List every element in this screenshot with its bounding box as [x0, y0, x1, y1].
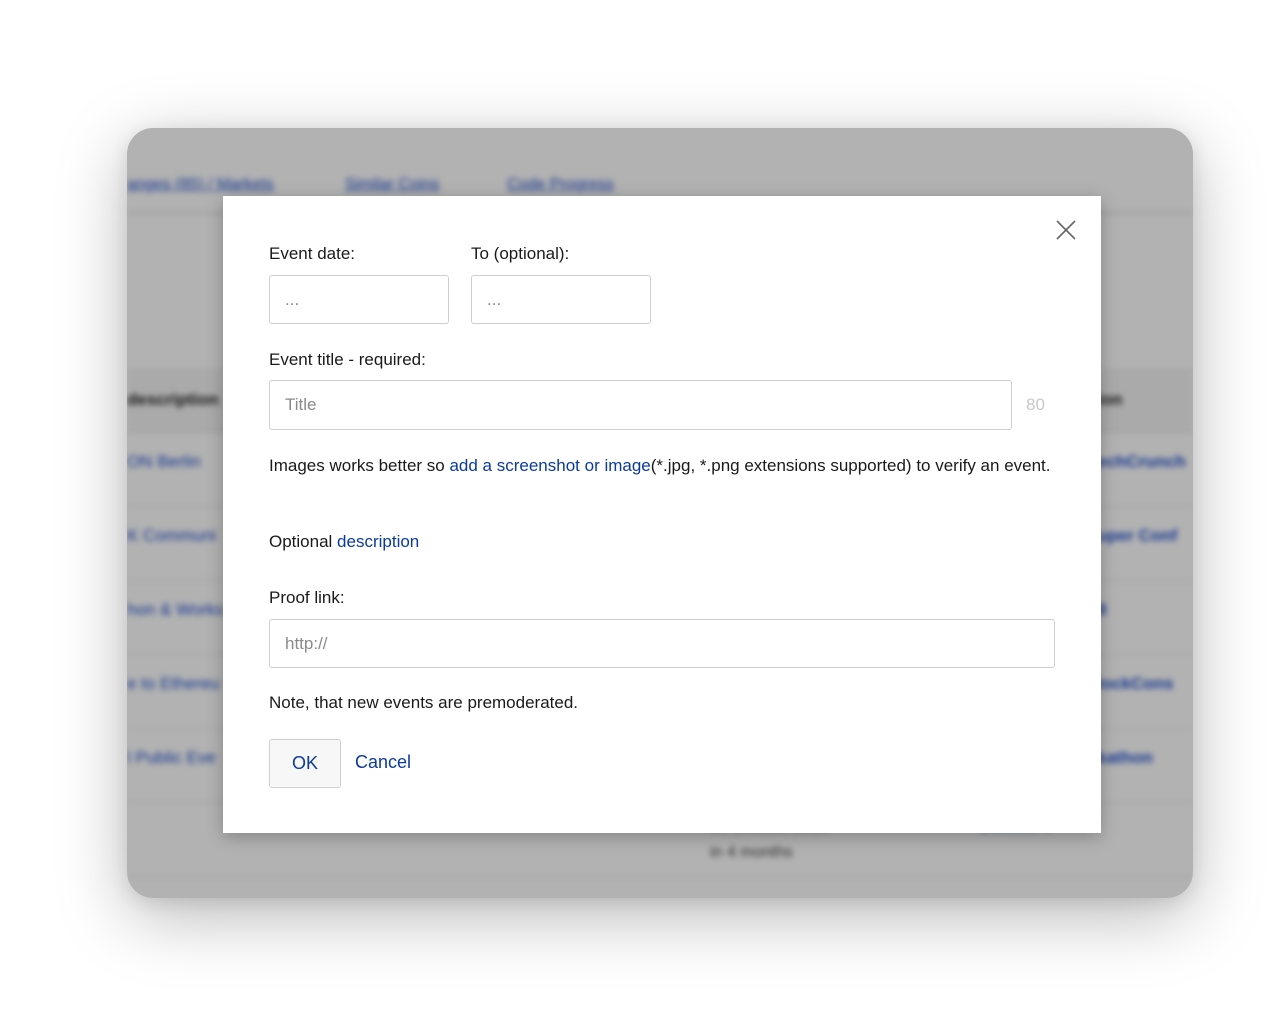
event-title-label: Event title - required: — [269, 350, 426, 369]
close-button[interactable] — [1054, 218, 1078, 242]
add-event-modal: Event date: To (optional): Event title -… — [223, 196, 1101, 833]
optional-text: Optional — [269, 532, 338, 551]
event-date-input[interactable] — [269, 275, 449, 324]
close-icon — [1056, 220, 1076, 240]
proof-link-label: Proof link: — [269, 588, 345, 607]
event-title-input[interactable] — [269, 380, 1012, 430]
proof-link-input[interactable] — [269, 619, 1055, 668]
images-text-after: (*.jpg, *.png extensions supported) to v… — [650, 456, 1051, 475]
title-char-counter: 80 — [1026, 395, 1045, 414]
to-date-input[interactable] — [471, 275, 651, 324]
images-info-text: Images works better so add a screenshot … — [269, 452, 1059, 480]
add-screenshot-link[interactable]: add a screenshot or image — [449, 456, 650, 475]
event-date-label: Event date: — [269, 244, 356, 263]
premoderation-note: Note, that new events are premoderated. — [269, 693, 579, 712]
ok-button[interactable]: OK — [269, 739, 341, 788]
cancel-link[interactable]: Cancel — [355, 752, 411, 773]
images-text-before: Images works better so — [269, 456, 450, 475]
description-link[interactable]: description — [337, 532, 419, 551]
to-date-label: To (optional): — [471, 244, 570, 263]
optional-description-row: Optional description — [269, 528, 419, 556]
